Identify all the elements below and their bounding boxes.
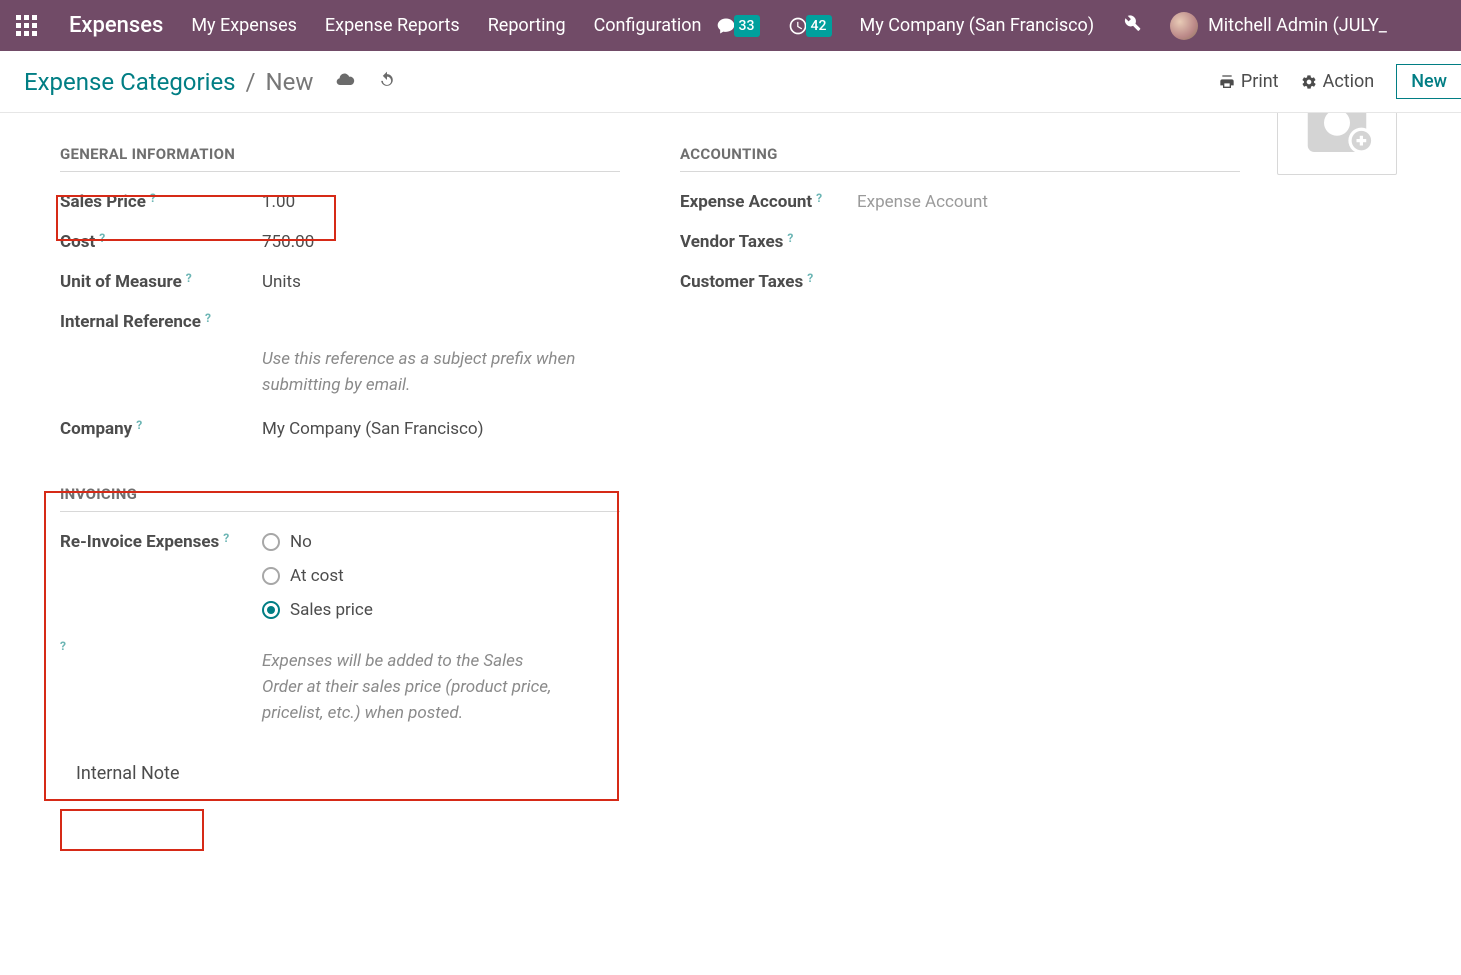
radio-icon — [262, 533, 280, 551]
radio-at-cost-label: At cost — [290, 566, 344, 586]
help-icon[interactable]: ? — [99, 231, 105, 245]
nav-activities[interactable]: 42 — [788, 15, 832, 37]
value-sales-price[interactable]: 1.00 — [262, 192, 620, 212]
nav-messaging[interactable]: 33 — [716, 15, 760, 37]
value-expense-account[interactable]: Expense Account — [857, 192, 1240, 212]
label-vendor-taxes: Vendor Taxes — [680, 232, 783, 252]
label-reinvoice: Re-Invoice Expenses — [60, 532, 219, 552]
radio-no[interactable]: No — [262, 532, 620, 552]
breadcrumb-current: New — [265, 68, 313, 96]
new-button[interactable]: New — [1396, 64, 1461, 99]
nav-reporting[interactable]: Reporting — [488, 15, 566, 36]
avatar — [1170, 12, 1198, 40]
field-internal-ref: Internal Reference ? — [60, 302, 620, 342]
camera-plus-icon — [1282, 113, 1392, 165]
hint-reinvoice: Expenses will be added to the Sales Orde… — [262, 644, 552, 727]
field-cost: Cost ? 750.00 — [60, 222, 620, 262]
nav-debug[interactable] — [1122, 13, 1142, 38]
discard-button[interactable] — [377, 70, 397, 94]
breadcrumb-sep: / — [246, 68, 256, 96]
clock-icon — [788, 16, 808, 36]
print-button[interactable]: Print — [1219, 64, 1279, 99]
label-customer-taxes: Customer Taxes — [680, 272, 803, 292]
label-sales-price: Sales Price — [60, 192, 146, 212]
field-customer-taxes: Customer Taxes ? — [680, 262, 1240, 302]
nav-company-selector[interactable]: My Company (San Francisco) — [860, 15, 1095, 36]
breadcrumb: Expense Categories / New — [24, 68, 313, 96]
user-name-label: Mitchell Admin (JULY_ — [1208, 15, 1387, 36]
radio-icon — [262, 601, 280, 619]
reinvoice-radio-group: No At cost Sales price — [262, 532, 620, 620]
app-brand[interactable]: Expenses — [69, 13, 163, 38]
activity-badge: 42 — [806, 15, 832, 37]
section-general: General Information — [60, 135, 620, 172]
hint-internal-ref: Use this reference as a subject prefix w… — [262, 342, 620, 399]
wrench-icon — [1122, 13, 1142, 33]
print-label: Print — [1241, 71, 1279, 92]
chat-icon — [716, 16, 736, 36]
help-icon[interactable]: ? — [136, 418, 142, 432]
field-expense-account: Expense Account ? Expense Account — [680, 182, 1240, 222]
value-uom[interactable]: Units — [262, 272, 620, 292]
control-bar: Expense Categories / New Print Action Ne… — [0, 51, 1461, 113]
action-button[interactable]: Action — [1301, 64, 1375, 99]
action-label: Action — [1323, 71, 1375, 92]
apps-icon[interactable] — [16, 15, 37, 36]
tab-internal-note[interactable]: Internal Note — [60, 753, 195, 794]
image-upload[interactable] — [1277, 113, 1397, 175]
label-uom: Unit of Measure — [60, 272, 182, 292]
radio-icon — [262, 567, 280, 585]
help-icon[interactable]: ? — [223, 531, 229, 545]
label-internal-ref: Internal Reference — [60, 312, 201, 332]
nav-expense-reports[interactable]: Expense Reports — [325, 15, 460, 36]
annotation-callout — [60, 809, 204, 851]
label-company: Company — [60, 419, 132, 439]
top-navbar: Expenses My Expenses Expense Reports Rep… — [0, 0, 1461, 51]
help-icon[interactable]: ? — [816, 191, 822, 205]
label-cost: Cost — [60, 232, 95, 252]
nav-user-menu[interactable]: Mitchell Admin (JULY_ — [1170, 12, 1387, 40]
help-icon[interactable]: ? — [205, 311, 211, 325]
field-sales-price: Sales Price ? 1.00 — [60, 182, 620, 222]
field-company: Company ? My Company (San Francisco) — [60, 409, 620, 449]
save-indicator[interactable] — [335, 70, 355, 94]
breadcrumb-link[interactable]: Expense Categories — [24, 68, 236, 96]
label-expense-account: Expense Account — [680, 192, 812, 212]
value-cost[interactable]: 750.00 — [262, 232, 620, 252]
gear-icon — [1301, 74, 1317, 90]
form-view: General Information Sales Price ? 1.00 C… — [0, 113, 1461, 975]
help-icon[interactable]: ? — [186, 271, 192, 285]
undo-icon — [377, 70, 397, 90]
help-icon[interactable]: ? — [150, 191, 156, 205]
field-vendor-taxes: Vendor Taxes ? — [680, 222, 1240, 262]
field-reinvoice-hint: ? Expenses will be added to the Sales Or… — [60, 630, 620, 737]
section-invoicing: Invoicing — [60, 475, 620, 512]
radio-no-label: No — [290, 532, 312, 552]
help-icon[interactable]: ? — [807, 271, 813, 285]
chat-badge: 33 — [734, 15, 760, 37]
section-accounting: Accounting — [680, 135, 1240, 172]
radio-sales-price[interactable]: Sales price — [262, 600, 620, 620]
print-icon — [1219, 74, 1235, 90]
cloud-upload-icon — [335, 70, 355, 90]
radio-sales-price-label: Sales price — [290, 600, 373, 620]
radio-at-cost[interactable]: At cost — [262, 566, 620, 586]
help-icon[interactable]: ? — [787, 231, 793, 245]
nav-my-expenses[interactable]: My Expenses — [191, 15, 297, 36]
field-reinvoice: Re-Invoice Expenses ? No At cost — [60, 522, 620, 630]
field-uom: Unit of Measure ? Units — [60, 262, 620, 302]
nav-configuration[interactable]: Configuration — [594, 15, 702, 36]
help-icon[interactable]: ? — [60, 639, 66, 653]
value-company[interactable]: My Company (San Francisco) — [262, 419, 620, 439]
